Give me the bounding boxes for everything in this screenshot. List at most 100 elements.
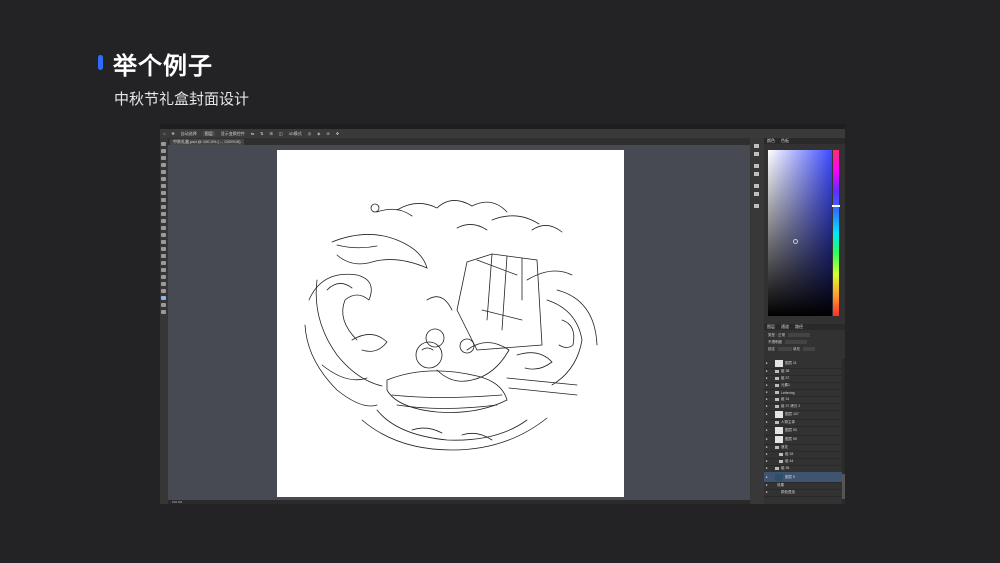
canvas-area[interactable] (168, 145, 750, 500)
folder-icon (779, 453, 783, 456)
visibility-eye-icon[interactable]: ● (764, 383, 769, 388)
align-edges-icon[interactable]: ◫ (279, 131, 283, 136)
visibility-eye-icon[interactable]: ● (764, 475, 769, 480)
visibility-eye-icon[interactable]: ● (764, 490, 769, 495)
layer-name: 图层 11 (785, 361, 797, 365)
blur-tool-icon[interactable] (161, 233, 166, 237)
tab-swatches[interactable]: 色板 (781, 138, 789, 144)
visibility-eye-icon[interactable]: ● (764, 420, 769, 425)
lock-options[interactable] (777, 347, 792, 352)
brush-tool-icon[interactable] (161, 198, 166, 202)
lock-row: 锁定 填充 (768, 347, 815, 352)
move-tool-icon[interactable]: ✥ (171, 131, 174, 136)
visibility-eye-icon[interactable]: ● (764, 390, 769, 395)
visibility-eye-icon[interactable]: ● (764, 412, 769, 417)
layers-list: ● 图层 11 ● 组 38 ● 组 37 ● 元素1 ● Lettering … (764, 359, 842, 504)
layer-controls: 类型 · 正常 不透明度 锁定 填充 (764, 332, 845, 360)
color-field[interactable] (768, 150, 832, 316)
auto-select-target-dropdown[interactable]: 图层 (202, 131, 215, 136)
folder-icon (775, 384, 779, 387)
visibility-eye-icon[interactable]: ● (764, 404, 769, 409)
fill-field[interactable] (802, 347, 815, 352)
dodge-tool-icon[interactable] (161, 240, 166, 244)
3d-roll-icon[interactable]: ◈ (317, 131, 320, 136)
move-tool-icon[interactable] (161, 142, 166, 146)
distribute-icon[interactable]: ⊞ (270, 131, 273, 136)
visibility-eye-icon[interactable]: ● (764, 483, 769, 488)
3d-orbit-icon[interactable]: ◎ (308, 131, 312, 136)
layer-name: 组 37 拷贝 2 (781, 404, 801, 408)
visibility-eye-icon[interactable]: ● (764, 437, 769, 442)
visibility-eye-icon[interactable]: ● (764, 452, 769, 457)
tab-channels[interactable]: 通道 (781, 324, 789, 330)
show-transform-controls-checkbox[interactable]: 显示变换控件 (221, 131, 245, 136)
zoom-tool-icon[interactable] (161, 282, 166, 286)
visibility-eye-icon[interactable]: ● (764, 428, 769, 433)
healing-brush-tool-icon[interactable] (161, 191, 166, 195)
visibility-eye-icon[interactable]: ● (764, 376, 769, 381)
3d-mode-label: 3D模式 (288, 131, 302, 136)
character-panel-icon[interactable] (754, 184, 759, 188)
home-icon[interactable]: ⌂ (163, 131, 165, 136)
visibility-eye-icon[interactable]: ● (764, 369, 769, 374)
screen-mode-icon[interactable] (161, 310, 166, 314)
paragraph-panel-icon[interactable] (754, 192, 759, 196)
lasso-tool-icon[interactable] (161, 156, 166, 160)
align-horizontal-icon[interactable]: ⇆ (251, 131, 254, 136)
auto-select-checkbox[interactable]: 自动选择 (181, 131, 197, 136)
hue-slider-marker[interactable] (832, 205, 840, 207)
history-brush-tool-icon[interactable] (161, 212, 166, 216)
visibility-eye-icon[interactable]: ● (764, 361, 769, 366)
tab-layers[interactable]: 图层 (767, 324, 775, 330)
visibility-eye-icon[interactable]: ● (764, 445, 769, 450)
gradient-tool-icon[interactable] (161, 226, 166, 230)
more-tools-icon[interactable] (161, 289, 166, 293)
quick-select-tool-icon[interactable] (161, 163, 166, 167)
eyedropper-tool-icon[interactable] (161, 184, 166, 188)
type-tool-icon[interactable] (161, 254, 166, 258)
layer-effect-row[interactable]: ● 颜色叠加 (764, 489, 842, 497)
title-accent-bar (98, 55, 103, 70)
document-tabs: 中秋礼盒.psd @ 100.3% (..., CMYK/8) (168, 138, 750, 145)
history-panel-icon[interactable] (754, 144, 759, 148)
layer-name: 图层 107 (785, 412, 799, 416)
tab-paths[interactable]: 路径 (795, 324, 803, 330)
layers-scroll-thumb[interactable] (842, 474, 845, 499)
3d-slide-icon[interactable]: ✥ (336, 131, 339, 136)
actions-panel-icon[interactable] (754, 152, 759, 156)
hand-tool-icon[interactable] (161, 275, 166, 279)
align-vertical-icon[interactable]: ⇅ (260, 131, 263, 136)
right-panels: 颜色 色板 图层 通道 路径 类型 · 正常 不透明度 锁定 填充 ● 图层 1… (764, 138, 845, 504)
adjustments-panel-icon[interactable] (754, 164, 759, 168)
pen-tool-icon[interactable] (161, 247, 166, 251)
layer-filter-row: 类型 · 正常 (768, 333, 811, 338)
visibility-eye-icon[interactable]: ● (764, 466, 769, 471)
frame-tool-icon[interactable] (161, 177, 166, 181)
crop-tool-icon[interactable] (161, 170, 166, 174)
visibility-eye-icon[interactable]: ● (764, 459, 769, 464)
opacity-field[interactable] (784, 340, 807, 345)
clone-stamp-tool-icon[interactable] (161, 205, 166, 209)
quick-mask-icon[interactable] (161, 303, 166, 307)
layer-thumbnail (775, 360, 783, 367)
path-select-tool-icon[interactable] (161, 261, 166, 265)
tools-panel (160, 138, 168, 504)
artboard[interactable] (277, 150, 624, 497)
marquee-tool-icon[interactable] (161, 149, 166, 153)
layer-name: 组 31 (781, 397, 790, 401)
3d-pan-icon[interactable]: ⊛ (326, 131, 329, 136)
slide-subtitle: 中秋节礼盒封面设计 (114, 90, 250, 108)
foreground-color-swatch[interactable] (161, 296, 166, 300)
visibility-eye-icon[interactable]: ● (764, 397, 769, 402)
layer-filter-box[interactable] (788, 333, 811, 338)
folder-icon (775, 391, 779, 394)
tab-color[interactable]: 颜色 (767, 138, 775, 144)
eraser-tool-icon[interactable] (161, 219, 166, 223)
brush-settings-icon[interactable] (754, 204, 759, 208)
shape-tool-icon[interactable] (161, 268, 166, 272)
hue-slider[interactable] (833, 150, 839, 316)
layers-scrollbar[interactable] (842, 359, 845, 504)
layer-thumbnail (775, 427, 783, 434)
color-picker-cursor[interactable] (793, 239, 798, 244)
properties-panel-icon[interactable] (754, 172, 759, 176)
